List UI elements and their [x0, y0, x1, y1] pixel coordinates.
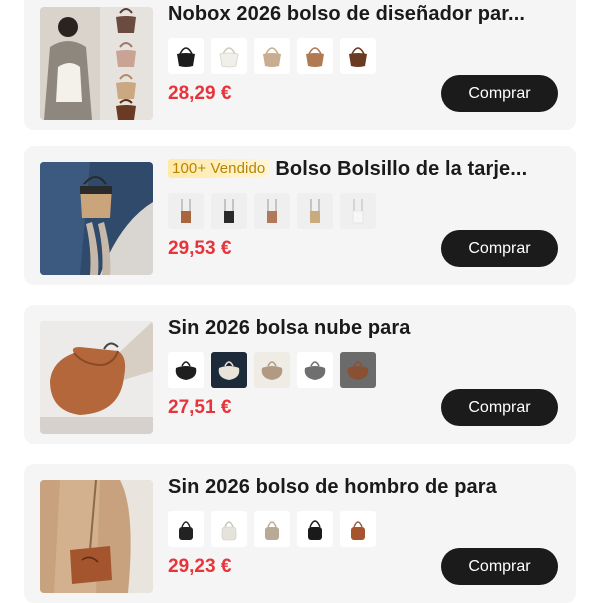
product-price: 27,51 €	[168, 397, 232, 418]
handbag-icon	[306, 47, 324, 67]
buy-button[interactable]: Comprar	[441, 389, 558, 426]
color-variants	[168, 193, 376, 229]
color-variant[interactable]	[297, 193, 333, 229]
product-title-text: Sin 2026 bolso de hombro de para	[168, 476, 497, 498]
color-variant[interactable]	[340, 511, 376, 547]
color-variant[interactable]	[340, 38, 376, 74]
crossbody-bag-icon	[352, 199, 364, 224]
color-variant[interactable]	[211, 352, 247, 388]
shoulder-bag-icon	[351, 521, 365, 540]
buy-button[interactable]: Comprar	[441, 548, 558, 585]
product-photo-icon	[40, 7, 153, 120]
product-card[interactable]: Nobox 2026 bolso de diseñador par... 28,…	[24, 0, 576, 130]
color-variant[interactable]	[168, 511, 204, 547]
color-variant[interactable]	[211, 193, 247, 229]
product-card[interactable]: Sin 2026 bolso de hombro de para 29,23 €…	[24, 464, 576, 603]
product-image[interactable]	[40, 162, 153, 275]
product-title-text: Nobox 2026 bolso de diseñador par...	[168, 3, 526, 25]
color-variant[interactable]	[211, 38, 247, 74]
color-variant[interactable]	[211, 511, 247, 547]
product-price: 29,53 €	[168, 238, 232, 259]
product-title[interactable]: Sin 2026 bolsa nube para	[168, 317, 564, 340]
handbag-icon	[263, 47, 281, 67]
color-variant[interactable]	[297, 352, 333, 388]
handbag-icon	[349, 47, 367, 67]
color-variant[interactable]	[254, 38, 290, 74]
shoulder-bag-icon	[221, 521, 237, 541]
crossbody-bag-icon	[267, 199, 277, 223]
color-variants	[168, 38, 376, 74]
buy-button[interactable]: Comprar	[441, 230, 558, 267]
color-variants	[168, 352, 376, 388]
handbag-icon	[219, 47, 239, 68]
product-price: 28,29 €	[168, 83, 232, 104]
product-price: 29,23 €	[168, 556, 232, 577]
product-image[interactable]	[40, 321, 153, 434]
cloud-bag-icon	[347, 361, 369, 380]
product-title-text: Bolso Bolsillo de la tarje...	[275, 158, 528, 180]
buy-button[interactable]: Comprar	[441, 75, 558, 112]
shoulder-bag-icon	[265, 521, 279, 540]
product-photo-icon	[40, 480, 153, 593]
cloud-bag-icon	[175, 361, 197, 380]
product-photo-icon	[40, 321, 153, 434]
cloud-bag-icon	[218, 361, 240, 380]
color-variants	[168, 511, 376, 547]
cloud-bag-icon	[261, 361, 283, 380]
product-image[interactable]	[40, 7, 153, 120]
color-variant[interactable]	[168, 38, 204, 74]
crossbody-bag-icon	[310, 199, 320, 223]
crossbody-bag-icon	[181, 199, 191, 223]
color-variant[interactable]	[340, 193, 376, 229]
color-variant[interactable]	[168, 193, 204, 229]
handbag-icon	[177, 47, 195, 67]
cloud-bag-icon	[304, 361, 326, 380]
product-title[interactable]: Sin 2026 bolso de hombro de para	[168, 476, 564, 499]
color-variant[interactable]	[254, 193, 290, 229]
product-title[interactable]: 100+ Vendido Bolso Bolsillo de la tarje..…	[168, 158, 564, 181]
product-card[interactable]: Sin 2026 bolsa nube para 27,51 € Comprar	[24, 305, 576, 444]
color-variant[interactable]	[254, 352, 290, 388]
shoulder-bag-icon	[179, 521, 193, 540]
color-variant[interactable]	[297, 511, 333, 547]
shoulder-bag-icon	[308, 520, 322, 540]
color-variant[interactable]	[297, 38, 333, 74]
product-image[interactable]	[40, 480, 153, 593]
product-title-text: Sin 2026 bolsa nube para	[168, 317, 411, 339]
color-variant[interactable]	[168, 352, 204, 388]
sold-badge: 100+ Vendido	[168, 159, 270, 178]
product-card[interactable]: 100+ Vendido Bolso Bolsillo de la tarje..…	[24, 146, 576, 285]
crossbody-bag-icon	[224, 199, 234, 223]
color-variant[interactable]	[254, 511, 290, 547]
product-title[interactable]: Nobox 2026 bolso de diseñador par...	[168, 3, 564, 26]
color-variant[interactable]	[340, 352, 376, 388]
product-photo-icon	[40, 162, 153, 275]
